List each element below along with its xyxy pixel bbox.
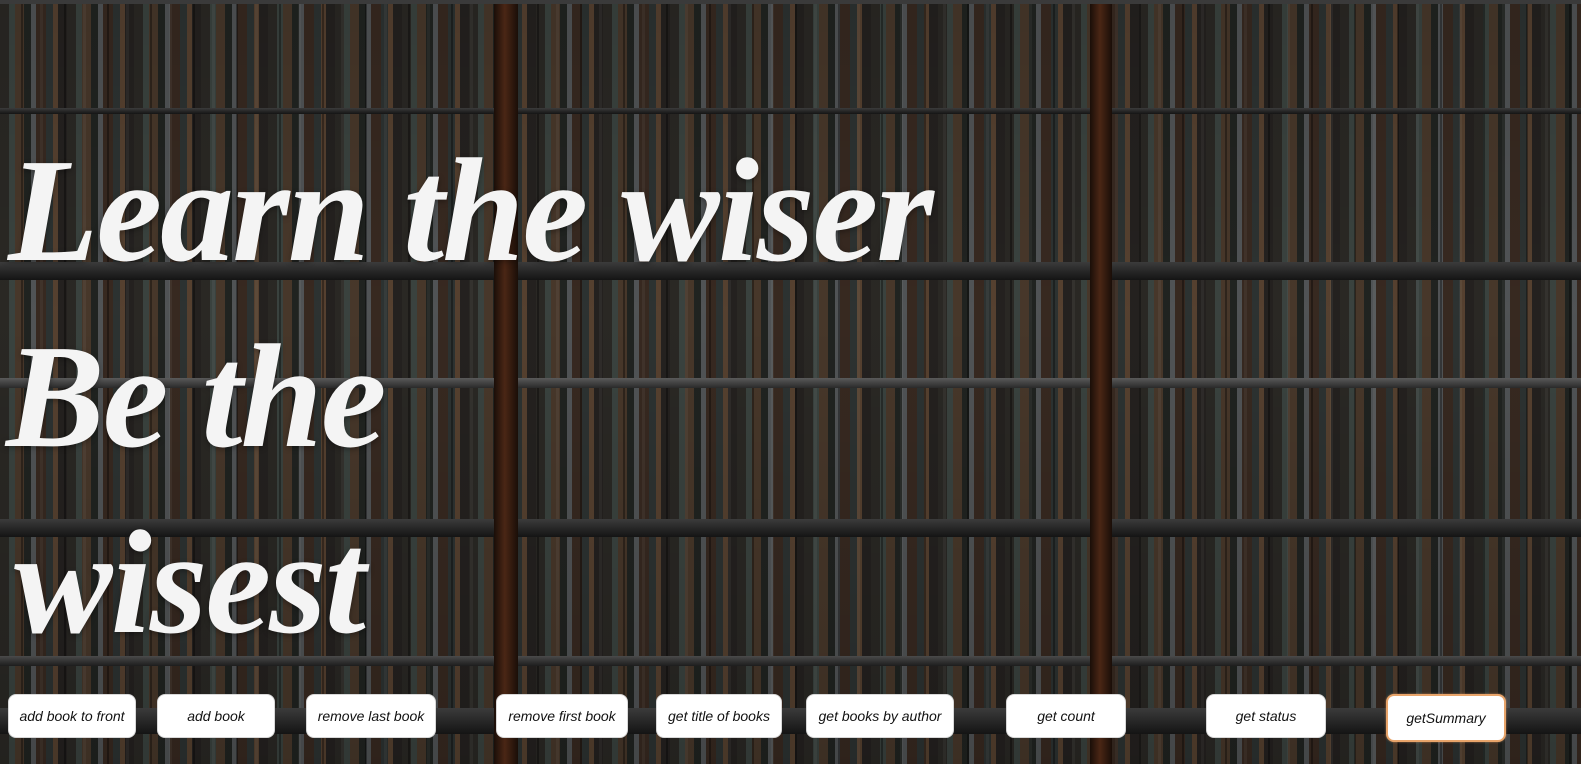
top-strip — [0, 0, 1581, 4]
get-count-button[interactable]: get count — [1006, 694, 1126, 738]
get-books-by-author-button[interactable]: get books by author — [806, 694, 954, 738]
hero-line-2: Be the — [6, 315, 387, 479]
remove-last-book-button[interactable]: remove last book — [306, 694, 436, 738]
add-book-button[interactable]: add book — [157, 694, 275, 738]
shelf-divider — [0, 108, 1581, 114]
remove-first-book-button[interactable]: remove first book — [496, 694, 628, 738]
hero-heading: Learn the wiser Be the wisest — [0, 118, 1100, 676]
hero-line-3: wisest — [14, 501, 366, 665]
add-book-to-front-button[interactable]: add book to front — [8, 694, 136, 738]
get-summary-button[interactable]: getSummary — [1386, 694, 1506, 742]
hero-line-1: Learn the wiser — [8, 129, 934, 293]
get-status-button[interactable]: get status — [1206, 694, 1326, 738]
get-title-of-books-button[interactable]: get title of books — [656, 694, 782, 738]
